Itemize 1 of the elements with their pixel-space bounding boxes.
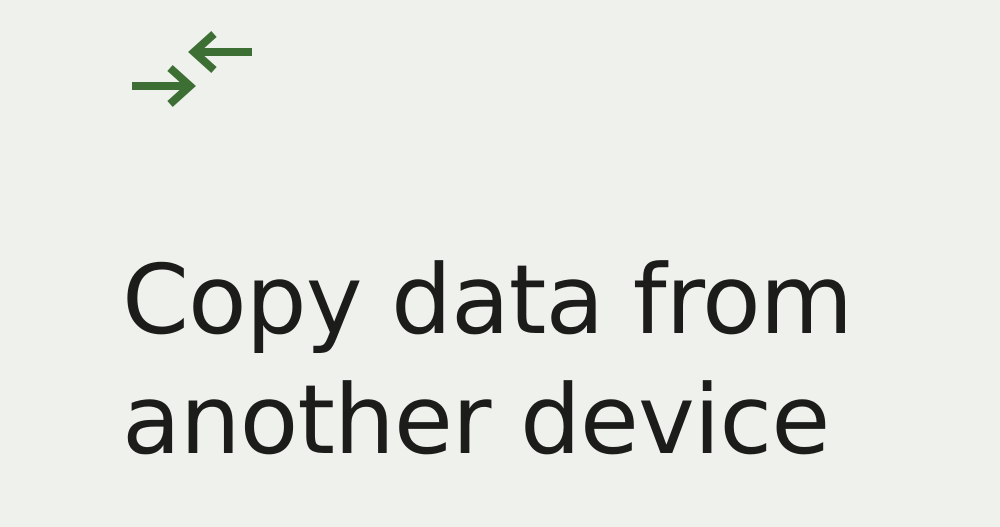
page-title: Copy data from another device — [122, 243, 854, 478]
